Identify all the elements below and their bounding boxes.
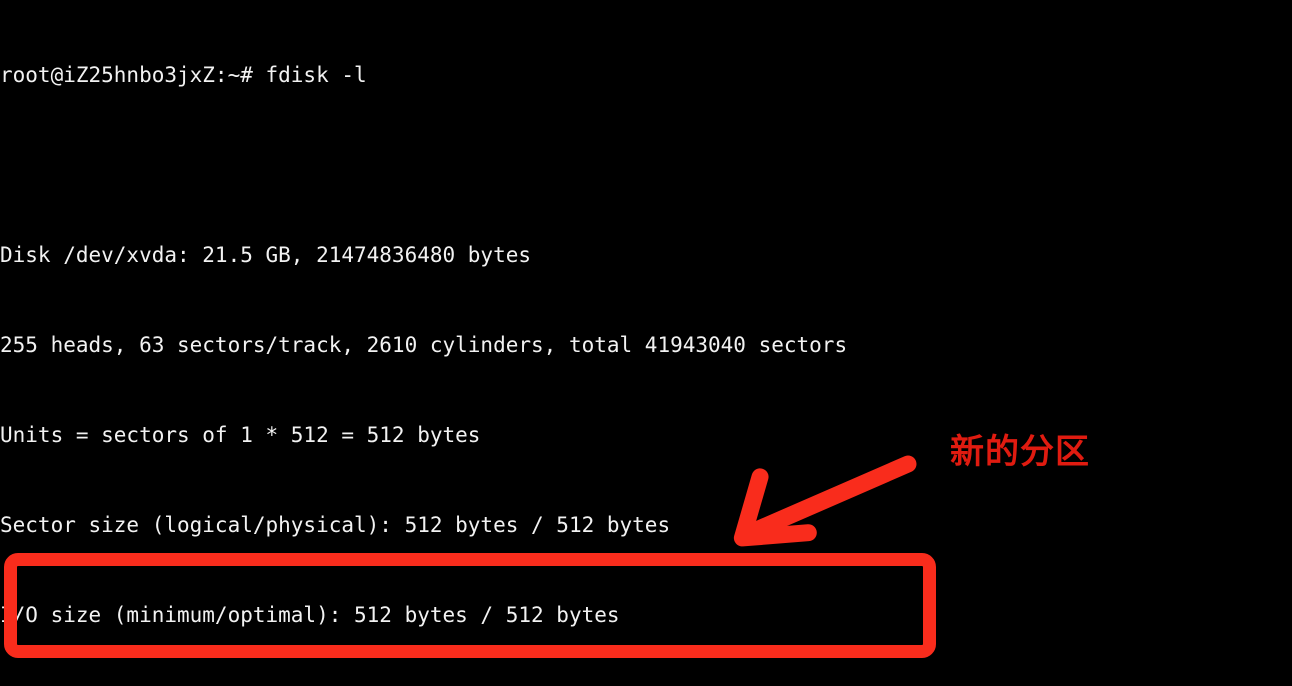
terminal-line: Units = sectors of 1 * 512 = 512 bytes	[0, 423, 481, 447]
terminal-output[interactable]: root@iZ25hnbo3jxZ:~# fdisk -l Disk /dev/…	[0, 0, 1292, 686]
terminal-line: Sector size (logical/physical): 512 byte…	[0, 513, 671, 537]
terminal-line: I/O size (minimum/optimal): 512 bytes / …	[0, 603, 620, 627]
terminal-line: Disk /dev/xvda: 21.5 GB, 21474836480 byt…	[0, 243, 532, 267]
terminal-line: root@iZ25hnbo3jxZ:~# fdisk -l	[0, 63, 367, 87]
terminal-screen: root@iZ25hnbo3jxZ:~# fdisk -l Disk /dev/…	[0, 0, 1292, 686]
annotation-label: 新的分区	[950, 432, 1090, 472]
terminal-line: 255 heads, 63 sectors/track, 2610 cylind…	[0, 333, 848, 357]
